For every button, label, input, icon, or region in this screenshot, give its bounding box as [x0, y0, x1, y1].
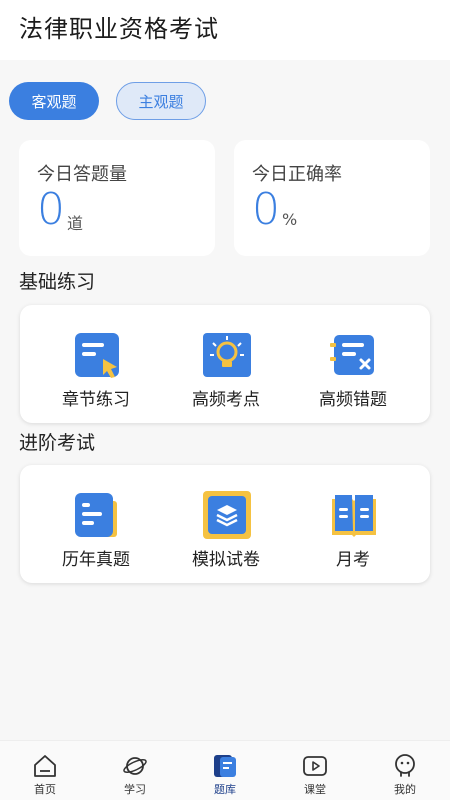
daily-accuracy-card: 今日正确率 0 %: [234, 140, 430, 256]
high-frequency-points-button[interactable]: 高频考点: [158, 305, 294, 423]
tab-objective[interactable]: 客观题: [9, 82, 99, 120]
stat-value: 0: [37, 184, 65, 235]
past-papers-button[interactable]: 历年真题: [28, 465, 164, 583]
tab-classroom[interactable]: 课堂: [270, 741, 360, 800]
stat-label: 今日正确率: [252, 164, 342, 185]
high-frequency-wrong-button[interactable]: 高频错题: [285, 305, 421, 423]
advanced-exam-panel: 历年真题 模拟试卷 月考: [20, 465, 430, 583]
play-icon: [303, 756, 327, 776]
monthly-exam-label: 月考: [336, 550, 370, 570]
mock-exam-button[interactable]: 模拟试卷: [158, 465, 294, 583]
tab-label: 课堂: [304, 783, 326, 796]
past-papers-label: 历年真题: [62, 550, 130, 570]
section-title-basic: 基础练习: [19, 271, 96, 293]
stat-unit: 道: [67, 214, 84, 233]
daily-answers-card: 今日答题量 0 道: [19, 140, 215, 256]
tab-label: 学习: [124, 783, 146, 796]
page-title: 法律职业资格考试: [19, 15, 219, 43]
section-title-advanced: 进阶考试: [19, 432, 96, 454]
bottom-tab-bar: 首页 学习 题库 课堂 我的: [0, 740, 450, 800]
stat-value: 0: [252, 184, 280, 235]
tab-profile[interactable]: 我的: [360, 741, 450, 800]
monthly-exam-button[interactable]: 月考: [285, 465, 421, 583]
profile-icon: [395, 754, 415, 777]
tab-subjective[interactable]: 主观题: [116, 82, 206, 120]
stat-unit: %: [282, 210, 298, 229]
tab-label: 首页: [34, 783, 56, 796]
tab-label: 我的: [394, 783, 416, 796]
wrong-questions-icon: [330, 335, 374, 375]
question-bank-icon: [214, 755, 236, 777]
high-frequency-points-label: 高频考点: [192, 390, 260, 410]
app-header: 法律职业资格考试: [0, 0, 450, 60]
high-frequency-wrong-label: 高频错题: [319, 390, 387, 410]
chapter-practice-button[interactable]: 章节练习: [28, 305, 164, 423]
lightbulb-icon: [203, 333, 251, 377]
mock-exam-icon: [203, 491, 251, 539]
chapter-practice-icon: [75, 333, 119, 378]
basic-practice-panel: 章节练习 高频考点 高频错题: [20, 305, 430, 423]
open-book-icon: [332, 495, 376, 537]
mock-exam-label: 模拟试卷: [192, 550, 260, 570]
home-icon: [34, 755, 56, 777]
tab-question-bank[interactable]: 题库: [180, 741, 270, 800]
chapter-practice-label: 章节练习: [62, 390, 130, 410]
past-papers-icon: [75, 493, 117, 537]
planet-icon: [123, 757, 147, 775]
tab-label: 题库: [214, 783, 236, 796]
tab-study[interactable]: 学习: [90, 741, 180, 800]
tab-home[interactable]: 首页: [0, 741, 90, 800]
stat-label: 今日答题量: [37, 164, 127, 185]
